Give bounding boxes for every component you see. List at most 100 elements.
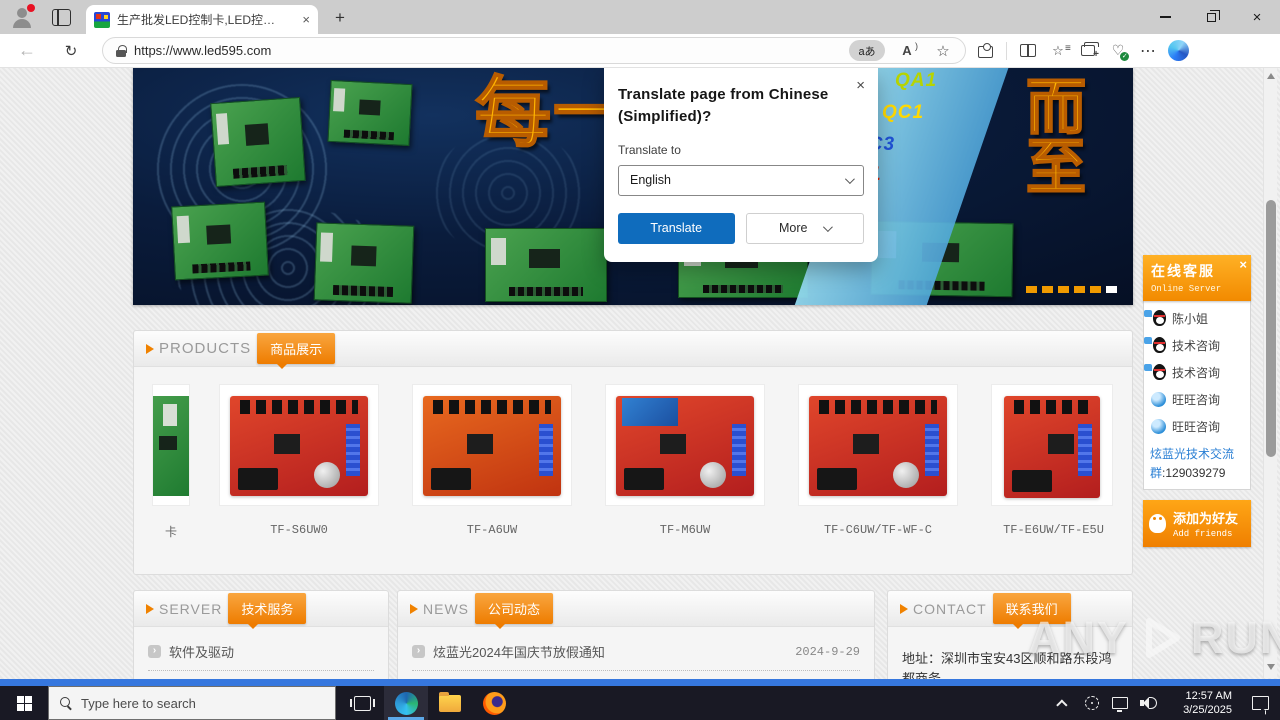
service-contact[interactable]: 技术咨询 xyxy=(1144,364,1244,381)
tab-close-icon[interactable]: × xyxy=(302,12,310,27)
more-button[interactable]: More xyxy=(745,212,864,244)
carousel-dot[interactable] xyxy=(1026,286,1037,293)
product-image[interactable] xyxy=(798,384,958,506)
news-title-zh-badge[interactable]: 公司动态 xyxy=(475,593,554,629)
volume-button[interactable] xyxy=(1134,686,1162,720)
extensions-icon[interactable] xyxy=(970,37,1000,65)
news-list-item[interactable]: › 炫蓝光2024年国庆节放假通知 2024-9-29 xyxy=(412,642,860,671)
profile-button[interactable] xyxy=(10,4,35,30)
product-name[interactable]: TF-C6UW/TF-WF-C xyxy=(798,523,958,539)
anyrun-play-logo xyxy=(1146,618,1181,658)
dashed-circle-icon xyxy=(1085,696,1099,710)
taskbar-edge-button[interactable] xyxy=(384,686,428,720)
online-service-close-icon[interactable]: × xyxy=(1239,257,1247,272)
product-name[interactable]: TF-A6UW xyxy=(412,523,572,539)
translate-icon[interactable]: aあ xyxy=(849,40,885,61)
service-contact[interactable]: 旺旺咨询 xyxy=(1150,391,1244,408)
split-screen-icon[interactable] xyxy=(1013,37,1043,65)
translate-popup-close-icon[interactable]: × xyxy=(856,77,865,94)
product-image[interactable] xyxy=(219,384,379,506)
profile-icon-body xyxy=(13,19,31,28)
product-name[interactable]: TF-S6UW0 xyxy=(219,523,379,539)
carousel-dot[interactable] xyxy=(1090,286,1101,293)
products-title-zh-badge[interactable]: 商品展示 xyxy=(257,333,336,369)
product-image[interactable] xyxy=(991,384,1113,506)
window-close-button[interactable]: × xyxy=(1234,0,1280,34)
contact-label[interactable]: 技术咨询 xyxy=(1172,364,1220,381)
contact-label[interactable]: 陈小姐 xyxy=(1172,310,1208,327)
browser-tab[interactable]: 生产批发LED控制卡,LED控制卡,G × xyxy=(86,5,318,34)
product-name[interactable]: TF-E6UW/TF-E5U xyxy=(991,523,1116,539)
banner-headline-right: 而至 xyxy=(1025,74,1088,201)
led-controller-board-image xyxy=(171,201,269,281)
taskbar-file-explorer-button[interactable] xyxy=(428,686,472,720)
copilot-icon[interactable] xyxy=(1163,37,1193,65)
product-name[interactable]: TF-M6UW xyxy=(605,523,765,539)
qq-group-info: 炫蓝光技术交流 群:129039279 xyxy=(1150,445,1244,482)
taskbar-clock[interactable]: 12:57 AM 3/25/2025 xyxy=(1166,689,1232,717)
contact-label[interactable]: 旺旺咨询 xyxy=(1172,418,1220,435)
scroll-up-arrow[interactable] xyxy=(1267,73,1275,79)
show-hidden-icons-button[interactable] xyxy=(1050,686,1078,720)
settings-more-icon[interactable]: ⋯ xyxy=(1133,37,1163,65)
tab-title: 生产批发LED控制卡,LED控制卡,G xyxy=(117,13,285,27)
server-item-label[interactable]: 软件及驱动 xyxy=(169,642,234,661)
site-favicon xyxy=(94,11,110,28)
service-contact[interactable]: 旺旺咨询 xyxy=(1150,418,1244,435)
tray-status-button[interactable] xyxy=(1078,686,1106,720)
network-icon xyxy=(1112,697,1128,712)
refresh-button[interactable]: ↻ xyxy=(56,37,86,65)
window-minimize-button[interactable] xyxy=(1142,0,1188,34)
address-bar[interactable]: https://www.led595.com aあ A ☆ xyxy=(102,37,966,64)
led-controller-board-image xyxy=(210,96,306,188)
add-friends-button[interactable]: 添加为好友 Add friends xyxy=(1143,500,1251,548)
server-title-zh-badge[interactable]: 技术服务 xyxy=(228,593,307,629)
favorites-icon[interactable]: ☆ xyxy=(1043,37,1073,65)
task-view-button[interactable] xyxy=(340,686,384,720)
network-button[interactable] xyxy=(1106,686,1134,720)
service-contact[interactable]: 技术咨询 xyxy=(1144,337,1244,354)
product-image[interactable] xyxy=(605,384,765,506)
taskbar-search-box[interactable]: Type here to search xyxy=(48,686,336,720)
service-contact[interactable]: 陈小姐 xyxy=(1144,310,1244,327)
carousel-dots xyxy=(1026,286,1117,293)
carousel-dot[interactable] xyxy=(1042,286,1053,293)
translate-button[interactable]: Translate xyxy=(618,212,735,244)
products-title-en: PRODUCTS xyxy=(159,340,252,357)
selected-language: English xyxy=(630,173,671,187)
browser-essentials-icon[interactable]: ♡ xyxy=(1103,37,1133,65)
carousel-dot-active[interactable] xyxy=(1106,286,1117,293)
online-service-title-zh: 在线客服 xyxy=(1151,263,1215,279)
toolbar-divider xyxy=(1006,41,1007,60)
news-item-title[interactable]: 炫蓝光2024年国庆节放假通知 xyxy=(433,642,605,661)
read-aloud-icon[interactable]: A xyxy=(893,40,921,62)
product-image[interactable] xyxy=(412,384,572,506)
taskbar-firefox-button[interactable] xyxy=(472,686,516,720)
clock-date: 3/25/2025 xyxy=(1183,704,1232,716)
back-button[interactable]: ← xyxy=(12,37,42,65)
collections-icon[interactable] xyxy=(1073,37,1103,65)
action-center-button[interactable] xyxy=(1240,686,1280,720)
carousel-dot[interactable] xyxy=(1058,286,1069,293)
product-name[interactable]: 卡 xyxy=(152,523,190,539)
scrollbar-thumb[interactable] xyxy=(1266,200,1276,457)
online-service-widget: 在线客服 Online Server × 陈小姐 技术咨询 技术咨询 旺旺咨询 … xyxy=(1143,255,1251,548)
carousel-dot[interactable] xyxy=(1074,286,1085,293)
server-list-item[interactable]: › 软件及驱动 xyxy=(148,642,374,671)
page-scrollbar[interactable] xyxy=(1263,68,1277,678)
language-select[interactable]: English xyxy=(618,164,864,196)
tab-actions-menu-icon[interactable] xyxy=(52,9,71,26)
window-restore-button[interactable] xyxy=(1188,0,1234,34)
scroll-down-arrow[interactable] xyxy=(1267,664,1275,670)
arrow-bullet-icon: › xyxy=(148,645,161,658)
product-image[interactable] xyxy=(152,384,190,506)
url-text[interactable]: https://www.led595.com xyxy=(134,43,841,58)
new-tab-button[interactable]: + xyxy=(330,8,350,28)
favorite-star-icon[interactable]: ☆ xyxy=(929,40,957,62)
start-button[interactable] xyxy=(0,686,48,720)
contact-title-en: CONTACT xyxy=(913,600,987,617)
wangwang-icon xyxy=(1151,392,1166,407)
contact-label[interactable]: 技术咨询 xyxy=(1172,337,1220,354)
volume-icon xyxy=(1139,696,1157,710)
contact-label[interactable]: 旺旺咨询 xyxy=(1172,391,1220,408)
